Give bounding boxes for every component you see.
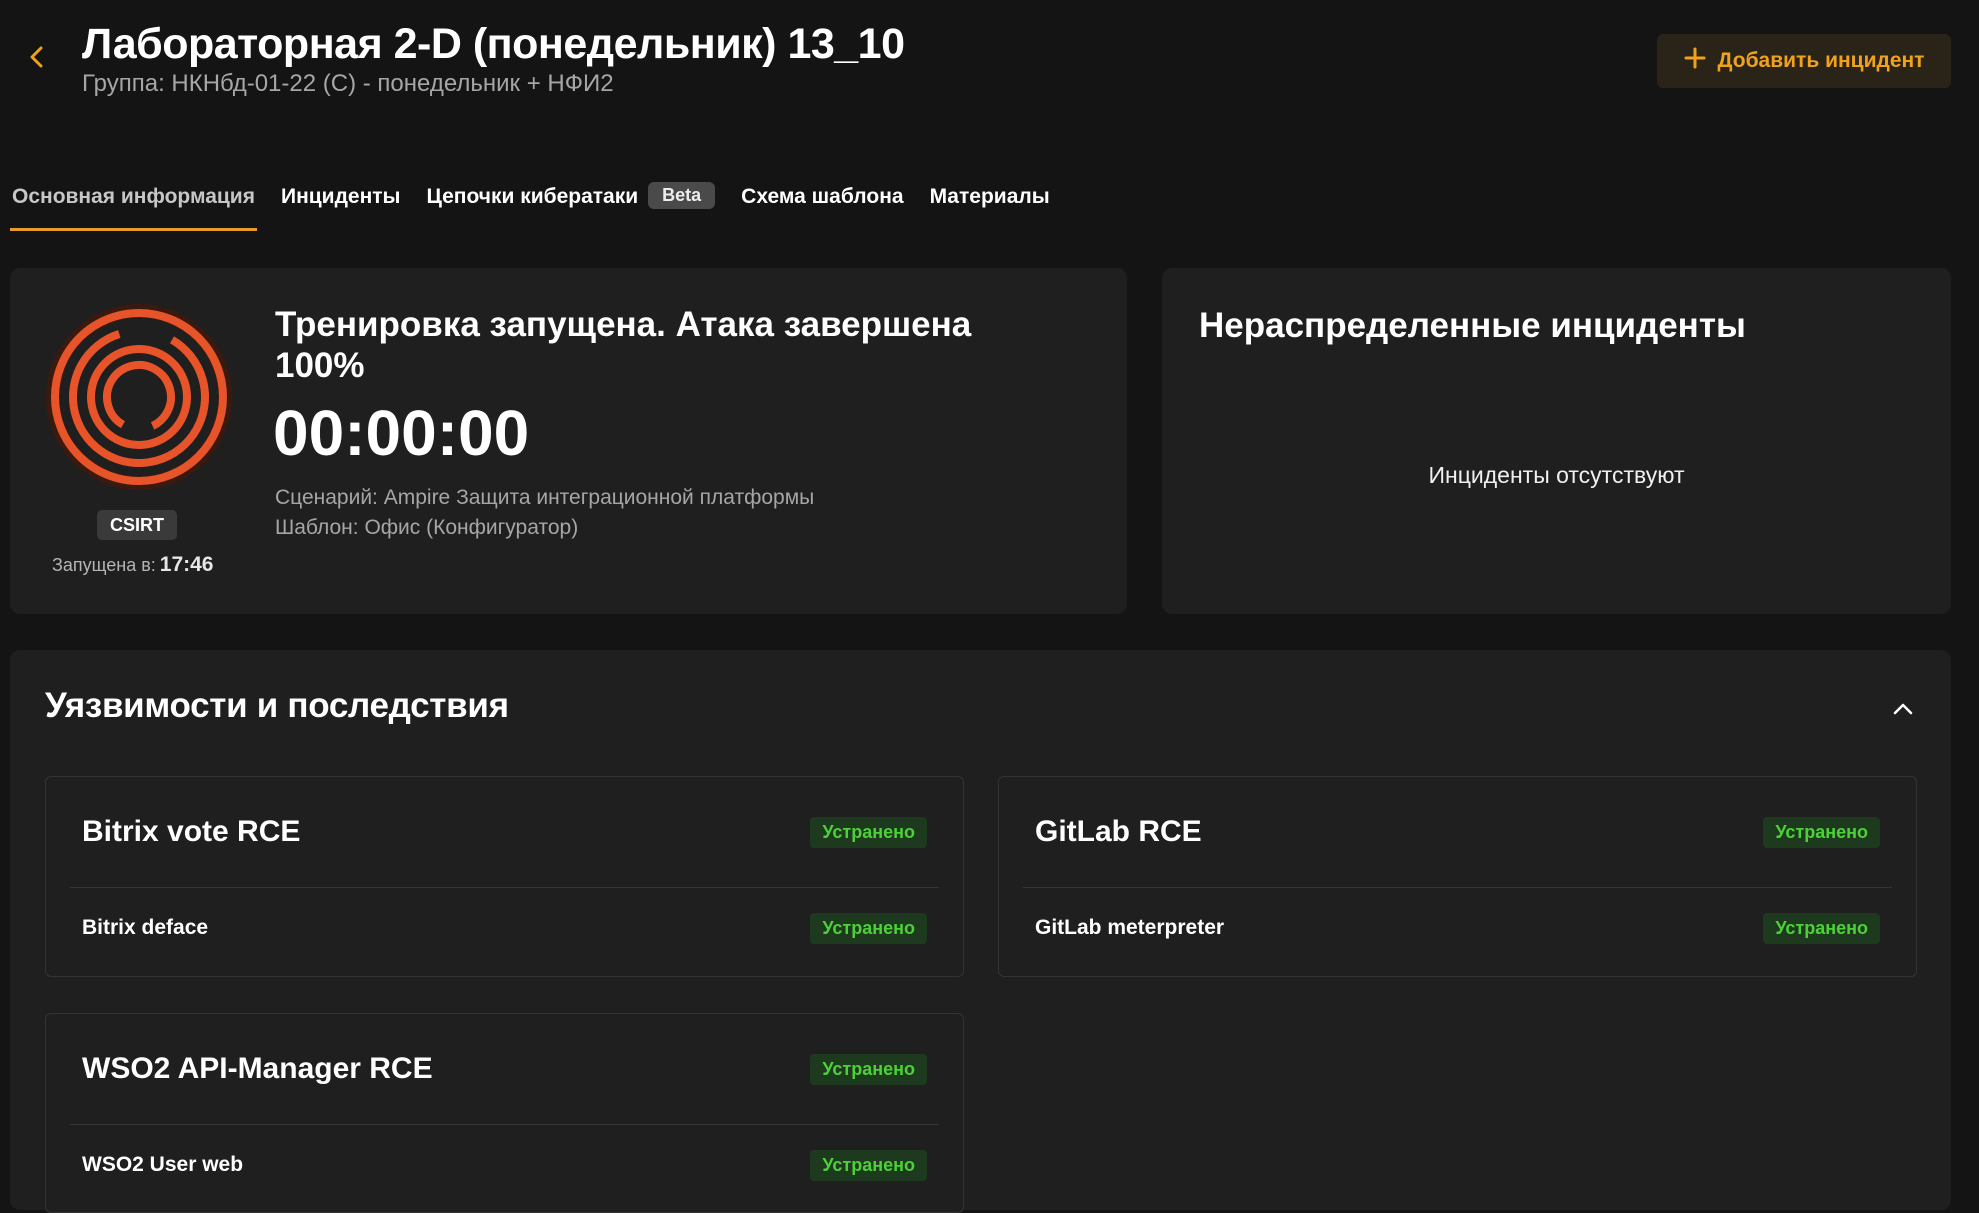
chevron-up-icon (1888, 703, 1918, 728)
status-badge: Устранено (1763, 912, 1880, 944)
plus-icon (1684, 47, 1706, 75)
status-badge: Устранено (810, 1053, 927, 1085)
tab-incidents[interactable]: Инциденты (279, 175, 403, 233)
add-incident-button[interactable]: Добавить инцидент (1657, 34, 1951, 88)
add-incident-label: Добавить инцидент (1717, 49, 1925, 72)
training-target-icon (46, 304, 232, 490)
empty-incidents-text: Инциденты отсутствуют (1428, 462, 1685, 488)
consequence-name: WSO2 User web (82, 1153, 244, 1176)
consequence-name: Bitrix deface (82, 916, 209, 939)
page-header: Лабораторная 2-D (понедельник) 13_10 Гру… (0, 0, 1979, 120)
team-badge: CSIRT (97, 510, 177, 540)
scenario-text: Сценарий: Ampire Защита интеграционной п… (275, 486, 815, 509)
status-badge: Устранено (1763, 816, 1880, 848)
started-label: Запущена в: (52, 555, 156, 575)
tab-label: Цепочки кибератаки (426, 185, 639, 208)
vulnerability-group: WSO2 API-Manager RCE Устранено WSO2 User… (45, 1013, 964, 1213)
chevron-left-icon (28, 46, 46, 73)
tab-template-scheme[interactable]: Схема шаблона (739, 175, 905, 233)
tab-label: Основная информация (12, 185, 255, 208)
vulnerability-name: GitLab RCE (1035, 815, 1202, 848)
consequence-row[interactable]: WSO2 User web Устранено (46, 1125, 963, 1205)
tab-label: Материалы (929, 185, 1050, 208)
vulnerability-name: Bitrix vote RCE (82, 815, 301, 848)
tab-main-info[interactable]: Основная информация (10, 175, 257, 233)
tab-materials[interactable]: Материалы (928, 175, 1052, 233)
tab-label: Инциденты (280, 185, 401, 208)
started-time: 17:46 (159, 553, 214, 576)
template-text: Шаблон: Офис (Конфигуратор) (275, 516, 579, 539)
status-badge: Устранено (810, 816, 927, 848)
page-title: Лабораторная 2-D (понедельник) 13_10 (82, 20, 905, 68)
status-badge: Устранено (810, 1149, 927, 1181)
vulnerability-row[interactable]: GitLab RCE Устранено (999, 777, 1916, 887)
vulnerability-name: WSO2 API-Manager RCE (82, 1052, 433, 1085)
consequence-name: GitLab meterpreter (1035, 916, 1225, 939)
tab-bar: Основная информация Инциденты Цепочки ки… (10, 175, 1074, 233)
beta-badge: Beta (648, 182, 716, 209)
page-subtitle: Группа: НКНбд-01-22 (С) - понедельник + … (82, 70, 614, 97)
vulnerabilities-title: Уязвимости и последствия (45, 686, 509, 725)
status-badge: Устранено (810, 912, 927, 944)
vulnerability-row[interactable]: WSO2 API-Manager RCE Устранено (46, 1014, 963, 1124)
started-at: Запущена в: 17:46 (52, 553, 213, 577)
unassigned-incidents-title: Нераспределенные инциденты (1199, 306, 1746, 345)
tab-label: Схема шаблона (741, 185, 904, 208)
vulnerability-row[interactable]: Bitrix vote RCE Устранено (46, 777, 963, 887)
training-status-title: Тренировка запущена. Атака завершена 100… (275, 305, 972, 385)
vulnerability-group: GitLab RCE Устранено GitLab meterpreter … (998, 776, 1917, 977)
tab-attack-chains[interactable]: Цепочки кибератаки Beta (424, 175, 717, 233)
vulnerability-group: Bitrix vote RCE Устранено Bitrix deface … (45, 776, 964, 977)
consequence-row[interactable]: Bitrix deface Устранено (46, 888, 963, 968)
consequence-row[interactable]: GitLab meterpreter Устранено (999, 888, 1916, 968)
timer: 00:00:00 (273, 397, 530, 469)
collapse-button[interactable] (1888, 694, 1918, 724)
back-button[interactable] (22, 44, 52, 74)
